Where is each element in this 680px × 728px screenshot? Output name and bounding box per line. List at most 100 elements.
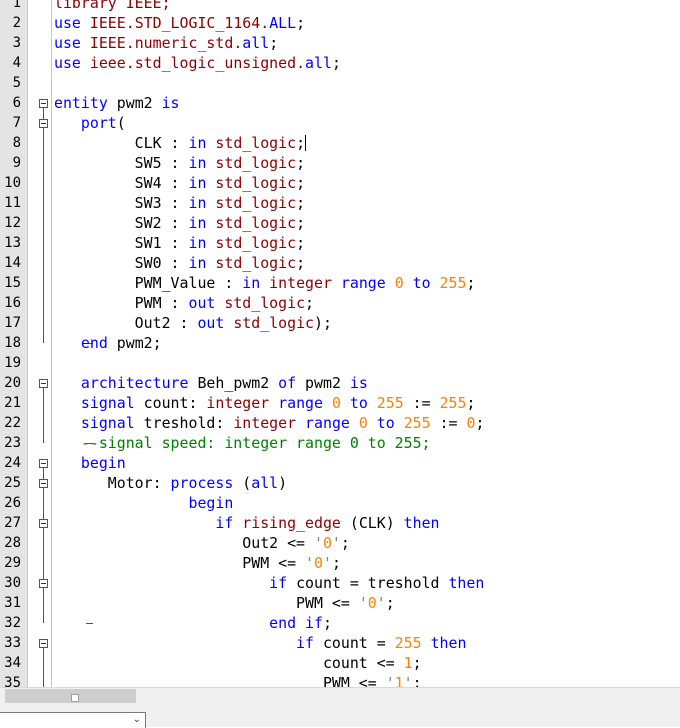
code-text[interactable]: use ieee.std_logic_unsigned.all; — [54, 53, 341, 73]
code-text[interactable]: use IEEE.STD_LOGIC_1164.ALL; — [54, 13, 305, 33]
fold-minus-icon[interactable] — [39, 119, 48, 128]
code-line[interactable]: 8 CLK : in std_logic; — [0, 133, 680, 153]
code-token: ; — [412, 654, 422, 672]
code-line[interactable]: 1 library IEEE; — [0, 0, 680, 13]
code-text[interactable]: library IEEE; — [54, 0, 171, 13]
code-line[interactable]: 22 signal treshold: integer range 0 to 2… — [0, 413, 680, 433]
fold-line — [43, 253, 44, 273]
code-line[interactable]: 15 PWM_Value : in integer range 0 to 255… — [0, 273, 680, 293]
code-line[interactable]: 11 SW3 : in std_logic; — [0, 193, 680, 213]
code-token: to — [349, 394, 377, 412]
horizontal-scrollbar[interactable] — [0, 687, 680, 705]
code-line[interactable]: 21 signal count: integer range 0 to 255 … — [0, 393, 680, 413]
code-text[interactable]: Out2 : out std_logic); — [54, 313, 332, 333]
code-line[interactable]: 13 SW1 : in std_logic; — [0, 233, 680, 253]
code-editor[interactable]: 1 library IEEE; 2 use IEEE.STD_LOGIC_1164.A… — [0, 0, 680, 687]
code-token: ; — [322, 614, 332, 632]
code-line[interactable]: 24 begin — [0, 453, 680, 473]
code-text[interactable]: SW3 : in std_logic; — [54, 193, 305, 213]
code-line[interactable]: 7 port( — [0, 113, 680, 133]
fold-minus-icon[interactable] — [39, 479, 48, 488]
code-token: ' — [403, 674, 413, 687]
code-text[interactable]: use IEEE.numeric_std.all; — [54, 33, 278, 53]
code-text[interactable]: begin — [54, 453, 126, 473]
code-line[interactable]: 18 end pwm2; — [0, 333, 680, 353]
code-text[interactable]: end pwm2; — [54, 333, 162, 353]
code-text[interactable]: PWM <= '0'; — [54, 553, 341, 573]
code-token: ' — [322, 554, 332, 572]
code-text[interactable]: entity pwm2 is — [54, 93, 180, 113]
line-number: 5 — [12, 75, 21, 91]
code-text[interactable]: begin — [54, 493, 233, 513]
fold-minus-icon[interactable] — [39, 379, 48, 388]
code-line[interactable]: 31 PWM <= '0'; — [0, 593, 680, 613]
code-text[interactable]: count <= 1; — [54, 653, 422, 673]
code-line[interactable]: 34 count <= 1; — [0, 653, 680, 673]
chevron-down-icon[interactable]: ⌄ — [133, 714, 141, 726]
fold-minus-icon[interactable] — [39, 459, 48, 468]
code-text[interactable]: SW5 : in std_logic; — [54, 153, 305, 173]
code-token: ; — [466, 394, 476, 412]
code-lines[interactable]: 1 library IEEE; 2 use IEEE.STD_LOGIC_1164.A… — [0, 0, 680, 687]
code-line[interactable]: 23 --signal speed: integer range 0 to 25… — [0, 433, 680, 453]
code-line[interactable]: 6 entity pwm2 is — [0, 93, 680, 113]
code-token: ) — [278, 474, 288, 492]
code-line[interactable]: 32 end if; — [0, 613, 680, 633]
code-text[interactable]: PWM <= '1'; — [54, 673, 422, 687]
code-line[interactable]: 16 PWM : out std_logic; — [0, 293, 680, 313]
code-text[interactable]: architecture Beh_pwm2 of pwm2 is — [54, 373, 368, 393]
code-line[interactable]: 17 Out2 : out std_logic); — [0, 313, 680, 333]
code-line[interactable]: 5 — [0, 73, 680, 93]
code-line[interactable]: 4 use ieee.std_logic_unsigned.all; — [0, 53, 680, 73]
code-text[interactable]: PWM <= '0'; — [54, 593, 395, 613]
code-text[interactable]: port( — [54, 113, 126, 133]
code-text[interactable]: PWM : out std_logic; — [54, 293, 314, 313]
code-text[interactable]: SW4 : in std_logic; — [54, 173, 305, 193]
code-token: 0 — [367, 594, 377, 612]
line-number: 28 — [4, 535, 21, 551]
code-line[interactable]: 2 use IEEE.STD_LOGIC_1164.ALL; — [0, 13, 680, 33]
code-line[interactable]: 30 if count = treshold then — [0, 573, 680, 593]
scrollbar-thumb[interactable] — [5, 689, 136, 703]
code-text[interactable]: signal treshold: integer range 0 to 255 … — [54, 413, 485, 433]
code-text[interactable]: if count = treshold then — [54, 573, 484, 593]
fold-minus-icon[interactable] — [39, 639, 48, 648]
fold-minus-icon[interactable] — [39, 579, 48, 588]
code-line[interactable]: 14 SW0 : in std_logic; — [0, 253, 680, 273]
code-line[interactable]: 19 — [0, 353, 680, 373]
code-token: PWM <= — [54, 594, 359, 612]
code-line[interactable]: 25 Motor: process (all) — [0, 473, 680, 493]
code-line[interactable]: 10 SW4 : in std_logic; — [0, 173, 680, 193]
code-text[interactable]: Out2 <= '0'; — [54, 533, 350, 553]
line-number: 13 — [4, 235, 21, 251]
code-line[interactable]: 3 use IEEE.numeric_std.all; — [0, 33, 680, 53]
function-list-dropdown[interactable]: ⌄ — [0, 712, 146, 728]
code-line[interactable]: 29 PWM <= '0'; — [0, 553, 680, 573]
code-text[interactable]: SW1 : in std_logic; — [54, 233, 305, 253]
code-text[interactable]: CLK : in std_logic; — [54, 133, 307, 153]
code-text[interactable]: Motor: process (all) — [54, 473, 287, 493]
code-line[interactable]: 27 if rising_edge (CLK) then — [0, 513, 680, 533]
code-text[interactable]: SW0 : in std_logic; — [54, 253, 305, 273]
code-text[interactable]: if count = 255 then — [54, 633, 466, 653]
code-token: end — [54, 334, 117, 352]
code-text[interactable]: SW2 : in std_logic; — [54, 213, 305, 233]
code-text[interactable]: signal count: integer range 0 to 255 := … — [54, 393, 476, 413]
code-text[interactable]: PWM_Value : in integer range 0 to 255; — [54, 273, 476, 293]
code-line[interactable]: 28 Out2 <= '0'; — [0, 533, 680, 553]
fold-minus-icon[interactable] — [39, 99, 48, 108]
code-text[interactable]: end if; — [54, 613, 332, 633]
code-line[interactable]: 33 if count = 255 then — [0, 633, 680, 653]
code-line[interactable]: 35 PWM <= '1'; — [0, 673, 680, 687]
code-token: use — [54, 14, 90, 32]
code-line[interactable]: 26 begin — [0, 493, 680, 513]
code-line[interactable]: 12 SW2 : in std_logic; — [0, 213, 680, 233]
code-line[interactable]: 9 SW5 : in std_logic; — [0, 153, 680, 173]
code-text[interactable]: if rising_edge (CLK) then — [54, 513, 439, 533]
code-token: IEEE.numeric_std. — [89, 34, 243, 52]
code-token: SW4 : — [54, 174, 189, 192]
code-text[interactable]: --signal speed: integer range 0 to 255; — [54, 433, 431, 453]
fold-line — [43, 593, 44, 613]
code-line[interactable]: 20 architecture Beh_pwm2 of pwm2 is — [0, 373, 680, 393]
fold-minus-icon[interactable] — [39, 519, 48, 528]
